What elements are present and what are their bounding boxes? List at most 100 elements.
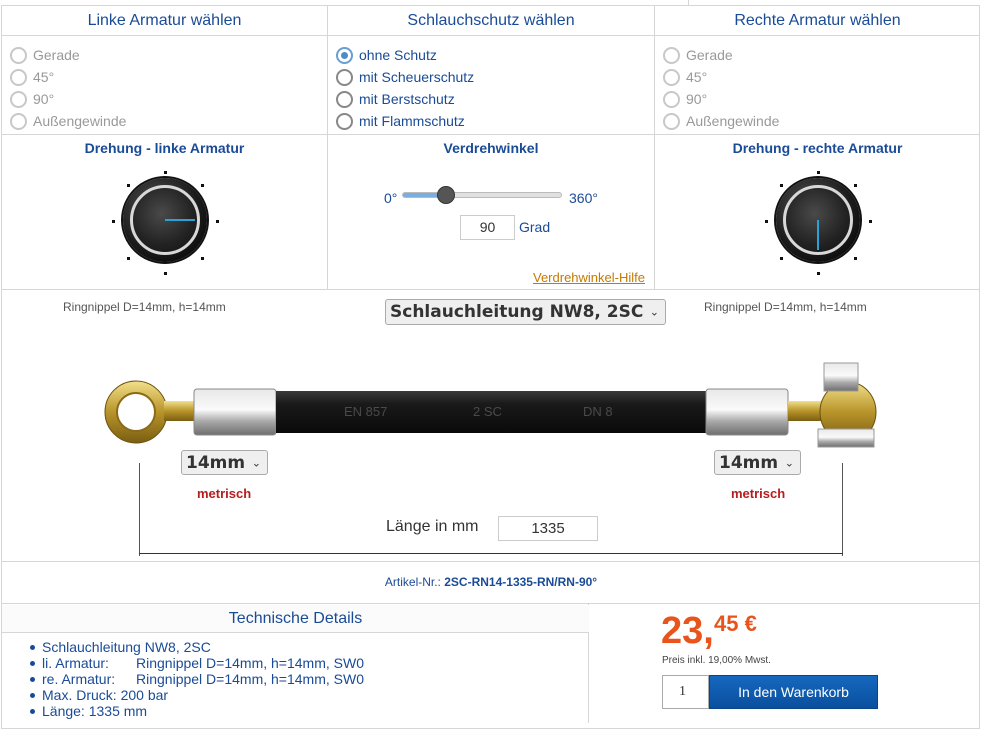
twist-title: Verdrehwinkel <box>443 140 539 156</box>
right-system-label: metrisch <box>731 486 786 501</box>
protection-option-flame[interactable]: mit Flammschutz <box>336 110 465 132</box>
divider <box>2 561 980 562</box>
radio-icon[interactable] <box>336 90 353 108</box>
radio-icon[interactable] <box>10 90 27 108</box>
price-euros: 23, <box>661 610 714 652</box>
radio-icon[interactable] <box>663 46 680 64</box>
twist-unit-label: Grad <box>519 219 551 235</box>
length-label: Länge in mm <box>386 518 479 535</box>
divider <box>2 603 980 604</box>
protection-option-burst[interactable]: mit Berstschutz <box>336 88 455 110</box>
twist-max-label: 360° <box>569 190 598 206</box>
rotation-left-knob[interactable] <box>123 178 207 262</box>
protection-option-abrasion[interactable]: mit Scheuerschutz <box>336 66 474 88</box>
tick-mark <box>780 184 783 187</box>
option-label: Gerade <box>33 47 80 63</box>
right-size-select[interactable]: 14mm ⌄ <box>714 450 801 475</box>
option-label: 90° <box>686 91 708 107</box>
tick-mark <box>127 257 130 260</box>
left-fitting-option-90[interactable]: 90° <box>10 88 54 110</box>
detail-value: Ringnippel D=14mm, h=14mm, SW0 <box>136 671 364 687</box>
chevron-down-icon: ⌄ <box>649 305 659 319</box>
radio-icon[interactable] <box>336 68 353 86</box>
right-fitting-option-90[interactable]: 90° <box>663 88 707 110</box>
price-cents: 45 € <box>714 611 757 636</box>
tick-mark <box>127 184 130 187</box>
tick-mark <box>765 220 768 223</box>
right-fitting-option-aussengewinde[interactable]: Außengewinde <box>663 110 779 132</box>
left-fitting-option-aussengewinde[interactable]: Außengewinde <box>10 110 126 132</box>
detail-key: re. Armatur: <box>42 671 116 687</box>
option-label: mit Scheuerschutz <box>359 69 475 85</box>
tick-mark <box>201 184 204 187</box>
technical-details-list: Schlauchleitung NW8, 2SC li. Armatur: Rin… <box>30 639 364 719</box>
radio-icon[interactable] <box>10 46 27 64</box>
twist-min-label: 0° <box>384 190 398 206</box>
detail-value: Länge: 1335 mm <box>42 703 148 719</box>
radio-icon[interactable] <box>336 46 353 64</box>
article-label: Artikel-Nr.: <box>384 575 441 589</box>
detail-key: li. Armatur: <box>42 655 109 671</box>
twist-slider-track[interactable] <box>402 192 562 198</box>
option-label: mit Flammschutz <box>359 113 465 129</box>
twist-slider-thumb[interactable] <box>437 186 455 204</box>
right-fitting-option-gerade[interactable]: Gerade <box>663 44 733 66</box>
tick-mark <box>164 272 167 275</box>
option-label: 45° <box>686 69 708 85</box>
divider <box>2 134 980 135</box>
tick-mark <box>854 184 857 187</box>
radio-icon[interactable] <box>10 112 27 130</box>
detail-value: Schlauchleitung NW8, 2SC <box>42 639 211 655</box>
tick-mark <box>216 220 219 223</box>
right-nipple-label: Ringnippel D=14mm, h=14mm <box>704 300 867 314</box>
hose-type-select[interactable]: Schlauchleitung NW8, 2SC ⌄ <box>385 299 666 325</box>
length-input[interactable]: 1335 <box>498 516 598 541</box>
twist-angle-input[interactable]: 90 <box>460 215 515 240</box>
twist-help-link[interactable]: Verdrehwinkel-Hilfe <box>533 270 645 285</box>
left-fitting-title: Linke Armatur wählen <box>87 12 242 29</box>
left-fitting-option-gerade[interactable]: Gerade <box>10 44 80 66</box>
left-fitting-option-45[interactable]: 45° <box>10 66 54 88</box>
add-to-cart-button[interactable]: In den Warenkorb <box>709 675 878 709</box>
right-fitting-option-45[interactable]: 45° <box>663 66 707 88</box>
tick-mark <box>201 257 204 260</box>
hose-print-2: 2 SC <box>473 404 502 419</box>
dimension-line-right <box>842 463 843 556</box>
article-number: Artikel-Nr.: 2SC-RN14-1335-RN/RN-90° <box>2 575 980 589</box>
option-label: 90° <box>33 91 55 107</box>
hose-print-1: EN 857 <box>344 404 387 419</box>
chevron-down-icon: ⌄ <box>784 456 794 469</box>
detail-value: Max. Druck: 200 bar <box>42 687 169 703</box>
article-value: 2SC-RN14-1335-RN/RN-90° <box>444 575 598 589</box>
hose-assembly-image: EN 857 2 SC DN 8 <box>104 362 877 448</box>
option-label: Außengewinde <box>686 113 780 129</box>
quantity-input[interactable]: 1 <box>662 675 709 709</box>
tick-mark <box>869 220 872 223</box>
radio-icon[interactable] <box>663 68 680 86</box>
list-item: Länge: 1335 mm <box>30 703 364 719</box>
rotation-right-knob[interactable] <box>776 178 860 262</box>
protection-option-none[interactable]: ohne Schutz <box>336 44 437 66</box>
left-size-select[interactable]: 14mm ⌄ <box>181 450 268 475</box>
right-size-value: 14mm <box>719 452 779 473</box>
list-item: re. Armatur: Ringnippel D=14mm, h=14mm, S… <box>30 671 364 687</box>
tick-mark <box>780 257 783 260</box>
dimension-line-left <box>139 463 140 556</box>
knob-indicator <box>817 220 819 250</box>
radio-icon[interactable] <box>336 112 353 130</box>
option-label: Gerade <box>686 47 733 63</box>
hose-protection-title: Schlauchschutz wählen <box>407 12 575 29</box>
right-fitting-title: Rechte Armatur wählen <box>734 12 901 29</box>
hose-print-3: DN 8 <box>583 404 613 419</box>
tick-mark <box>854 257 857 260</box>
list-item: li. Armatur: Ringnippel D=14mm, h=14mm, S… <box>30 655 364 671</box>
radio-icon[interactable] <box>663 90 680 108</box>
rotation-right-title: Drehung - rechte Armatur <box>732 140 903 156</box>
hose-type-value: Schlauchleitung NW8, 2SC <box>390 302 644 322</box>
chevron-down-icon: ⌄ <box>251 456 261 469</box>
radio-icon[interactable] <box>10 68 27 86</box>
radio-icon[interactable] <box>663 112 680 130</box>
left-system-label: metrisch <box>197 486 252 501</box>
rotation-left-title: Drehung - linke Armatur <box>84 140 245 156</box>
tick-mark <box>817 272 820 275</box>
